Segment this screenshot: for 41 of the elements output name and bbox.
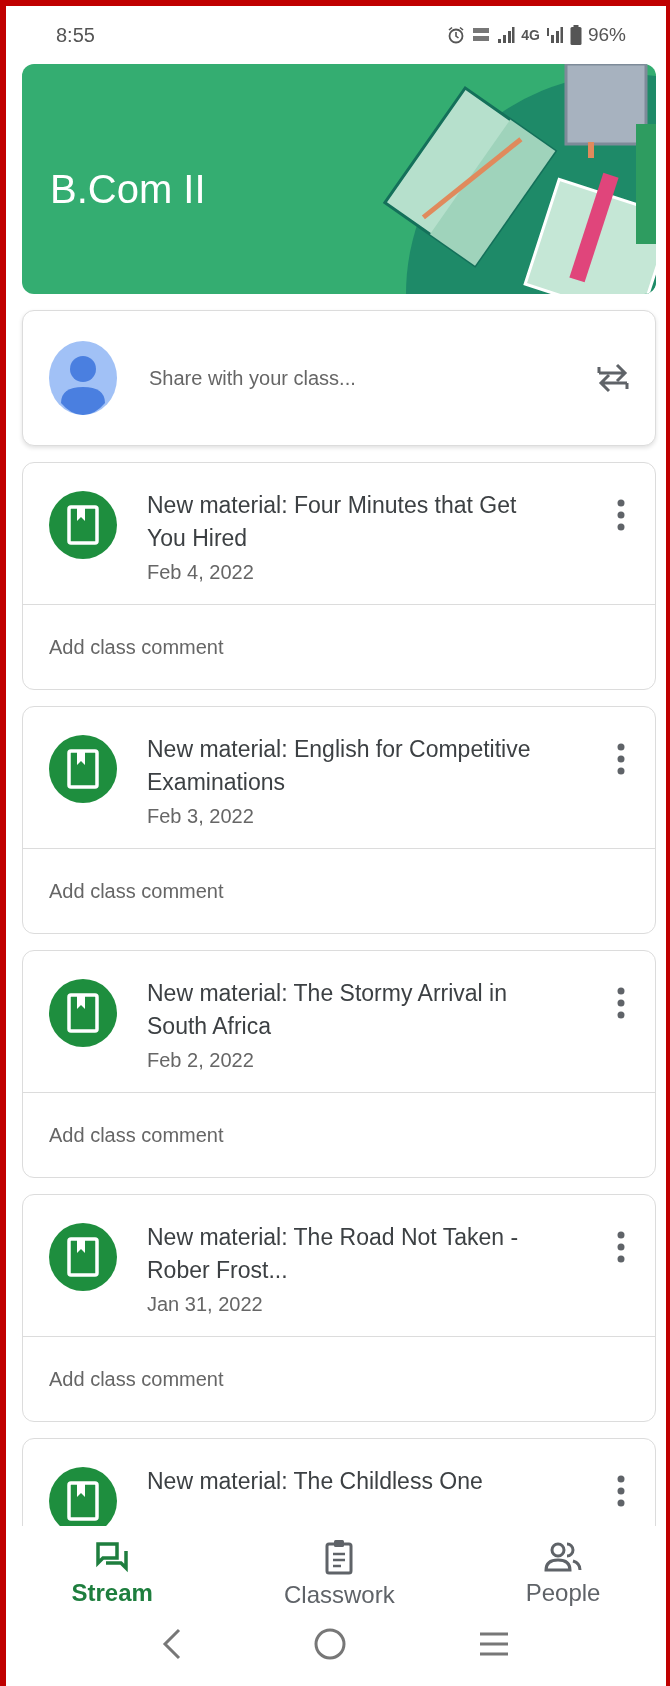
more-options-icon[interactable]	[617, 743, 625, 775]
add-comment-link[interactable]: Add class comment	[49, 1367, 224, 1391]
alarm-icon	[447, 26, 466, 44]
post-date: Feb 3, 2022	[147, 805, 255, 828]
material-icon	[49, 979, 117, 1047]
more-options-icon[interactable]	[617, 1475, 625, 1507]
post-date: Feb 2, 2022	[147, 1049, 255, 1072]
battery-percent: 96%	[587, 24, 626, 46]
post-title[interactable]: New material: The Stormy Arrival in South Africa	[147, 977, 537, 1043]
network-type: 4G	[521, 27, 540, 43]
nav-tab[interactable]: People	[509, 1537, 617, 1611]
material-icon	[49, 735, 117, 803]
home-icon[interactable]	[314, 1628, 346, 1660]
add-comment-link[interactable]: Add class comment	[49, 879, 224, 903]
status-time: 8:55	[56, 23, 95, 47]
clipboard-icon	[325, 1539, 354, 1575]
people-icon	[544, 1541, 583, 1573]
menu-icon[interactable]	[478, 1631, 510, 1657]
post-date: Jan 31, 2022	[147, 1293, 264, 1316]
more-options-icon[interactable]	[617, 987, 625, 1019]
add-comment-link[interactable]: Add class comment	[49, 635, 224, 659]
material-icon	[49, 491, 117, 559]
more-options-icon[interactable]	[617, 499, 625, 531]
share-input-field[interactable]: Share with your class...	[147, 365, 567, 391]
nav-tab[interactable]: Classwork	[267, 1535, 411, 1613]
post-title[interactable]: New material: The Road Not Taken -Rober Frost...	[147, 1221, 537, 1287]
battery-icon	[569, 25, 582, 45]
chat-icon	[95, 1541, 130, 1573]
signal-icon	[545, 26, 564, 44]
post-title[interactable]: New material: English for Competitive Examinations	[147, 733, 537, 799]
class-title: B.Com II	[49, 166, 206, 212]
more-options-icon[interactable]	[617, 1231, 625, 1263]
post-title[interactable]: New material: Four Minutes that Get You Hired	[147, 489, 537, 555]
material-icon	[49, 1223, 117, 1291]
post-title[interactable]: New material: The Childless One	[147, 1465, 537, 1498]
avatar-icon	[49, 341, 117, 415]
signal-icon	[497, 26, 516, 44]
nav-tab[interactable]: Stream	[55, 1537, 169, 1611]
back-icon[interactable]	[162, 1628, 182, 1660]
add-comment-link[interactable]: Add class comment	[49, 1123, 224, 1147]
post-date: Feb 4, 2022	[147, 561, 255, 584]
